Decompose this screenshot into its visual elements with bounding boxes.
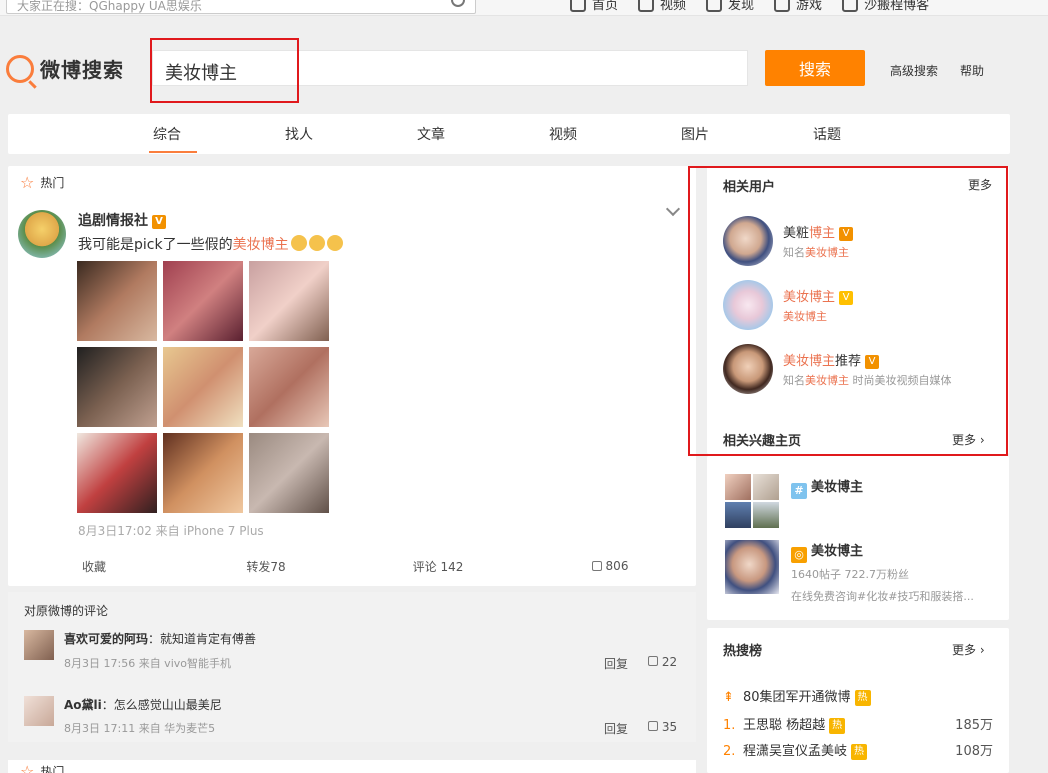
search-logo-icon — [6, 54, 34, 83]
interest-image[interactable] — [753, 474, 779, 500]
nav-game[interactable]: 游戏 — [774, 0, 822, 13]
post-meta: 8月3日17:02 来自 iPhone 7 Plus — [78, 524, 264, 538]
avatar[interactable] — [24, 696, 54, 726]
post-image[interactable] — [249, 261, 329, 341]
reply-button[interactable]: 回复 — [604, 655, 628, 672]
star-icon: ☆ — [20, 172, 35, 192]
user-icon — [842, 0, 859, 12]
nav-home[interactable]: 首页 — [570, 0, 618, 13]
comment-text: Ao黛li：怎么感觉山山最美尼 — [64, 698, 222, 712]
hot-search-title: 热搜榜 — [723, 644, 763, 659]
nav-discover[interactable]: 发现 — [706, 0, 754, 13]
like-button[interactable]: 806 — [524, 546, 696, 586]
thumbs-up-icon — [648, 721, 658, 731]
top-search-placeholder: 大家正在搜：QGhappy UA思娱乐 — [17, 0, 202, 13]
avatar[interactable] — [24, 630, 54, 660]
post-image[interactable] — [77, 347, 157, 427]
annotation-box-related — [688, 166, 1008, 456]
repost-button[interactable]: 转发78 — [180, 546, 352, 586]
hot-section-label: ☆ 热门 — [20, 172, 65, 192]
nav-profile[interactable]: 沙搬程博客 — [842, 0, 929, 13]
post-image[interactable] — [163, 261, 243, 341]
star-icon: ☆ — [20, 761, 35, 773]
interest-stats: 1640帖子 722.7万粉丝 — [791, 568, 909, 581]
video-icon — [638, 0, 655, 12]
post-image[interactable] — [77, 261, 157, 341]
weibo-search-logo[interactable]: 微博搜索 — [6, 54, 124, 83]
post-card: ☆ 热门 追剧情报社 V 我可能是pick了一些假的美妆博主 8月3日17:02 … — [8, 166, 696, 586]
hot-search-item[interactable]: ⇞ 80集团军开通微博热 — [723, 686, 993, 706]
comment-meta: 8月3日 17:11 来自 华为麦芒5 — [64, 722, 216, 735]
interest-tag-icon: ◎ — [791, 547, 807, 563]
search-icon[interactable] — [451, 0, 465, 7]
interest-panel: # 美妆博主 ◎ 美妆博主 1640帖子 722.7万粉丝 在线免费咨询#化妆#技巧… — [707, 456, 1009, 620]
interest-name[interactable]: # 美妆博主 — [791, 476, 863, 499]
tab-topics[interactable]: 话题 — [813, 124, 841, 144]
interest-image[interactable] — [725, 474, 751, 500]
interest-image[interactable] — [725, 502, 751, 528]
post-image[interactable] — [163, 347, 243, 427]
hot-search-item[interactable]: 2. 程潇吴宣仪孟美岐热 108万 — [723, 740, 993, 760]
comment-button[interactable]: 评论 142 — [352, 546, 524, 586]
search-button[interactable]: 搜索 — [765, 50, 865, 86]
post-text: 我可能是pick了一些假的美妆博主 — [78, 234, 343, 254]
post-author[interactable]: 追剧情报社 V — [78, 210, 166, 230]
hot-search-panel: 热搜榜 更多 › ⇞ 80集团军开通微博热 1. 王思聪 杨超越热 185万 2. 程… — [707, 628, 1009, 773]
post-image[interactable] — [163, 433, 243, 513]
post-image[interactable] — [249, 433, 329, 513]
tab-comprehensive[interactable]: 综合 — [153, 124, 181, 144]
interest-desc: 在线免费咨询#化妆#技巧和服装搭... — [791, 590, 974, 603]
tabs-bar: 综合 找人 文章 视频 图片 话题 — [8, 114, 1010, 154]
reply-button[interactable]: 回复 — [604, 720, 628, 737]
annotation-box-query — [150, 38, 299, 103]
home-icon — [570, 0, 586, 12]
emoji-icon — [326, 235, 343, 251]
comments-panel: 对原微博的评论 喜欢可爱的阿玛：就知道肯定有傅善 8月3日 17:56 来自 v… — [8, 592, 696, 742]
help-link[interactable]: 帮助 — [960, 62, 984, 79]
next-post-card: ☆ 热门 — [8, 760, 696, 773]
advanced-search-link[interactable]: 高级搜索 — [890, 62, 938, 79]
nav-video[interactable]: 视频 — [638, 0, 686, 13]
active-tab-indicator — [149, 151, 197, 153]
top-pin-icon: ⇞ — [723, 690, 734, 705]
post-actions: 收藏 转发78 评论 142 806 — [8, 546, 696, 586]
hashtag-icon: # — [791, 483, 807, 499]
emoji-icon — [290, 235, 307, 251]
interest-image[interactable] — [753, 502, 779, 528]
discover-icon — [706, 0, 723, 12]
tab-images[interactable]: 图片 — [681, 124, 709, 144]
hot-search-item[interactable]: 1. 王思聪 杨超越热 185万 — [723, 714, 993, 734]
thumbs-up-icon — [648, 656, 658, 666]
thumbs-up-icon — [591, 561, 602, 571]
interest-image[interactable] — [725, 540, 779, 594]
comment-like-button[interactable]: 35 — [648, 720, 677, 734]
verified-badge-icon: V — [152, 215, 166, 229]
hot-search-more[interactable]: 更多 › — [952, 641, 985, 658]
post-image[interactable] — [249, 347, 329, 427]
comment-meta: 8月3日 17:56 来自 vivo智能手机 — [64, 657, 231, 670]
comment-like-button[interactable]: 22 — [648, 655, 677, 669]
emoji-icon — [308, 235, 325, 251]
chevron-down-icon[interactable] — [665, 201, 681, 217]
game-icon — [774, 0, 791, 12]
comments-title: 对原微博的评论 — [24, 604, 109, 618]
tab-articles[interactable]: 文章 — [417, 124, 445, 144]
comment-text: 喜欢可爱的阿玛：就知道肯定有傅善 — [64, 632, 257, 646]
top-search-input[interactable]: 大家正在搜：QGhappy UA思娱乐 — [6, 0, 476, 14]
avatar[interactable] — [18, 210, 66, 258]
top-nav: 首页 视频 发现 游戏 沙搬程博客 — [570, 0, 929, 13]
hot-section-label: ☆ 热门 — [20, 763, 64, 773]
interest-name[interactable]: ◎ 美妆博主 — [791, 540, 863, 563]
tab-videos[interactable]: 视频 — [549, 124, 577, 144]
post-image[interactable] — [77, 433, 157, 513]
tab-people[interactable]: 找人 — [285, 124, 313, 144]
collect-button[interactable]: 收藏 — [8, 546, 180, 586]
